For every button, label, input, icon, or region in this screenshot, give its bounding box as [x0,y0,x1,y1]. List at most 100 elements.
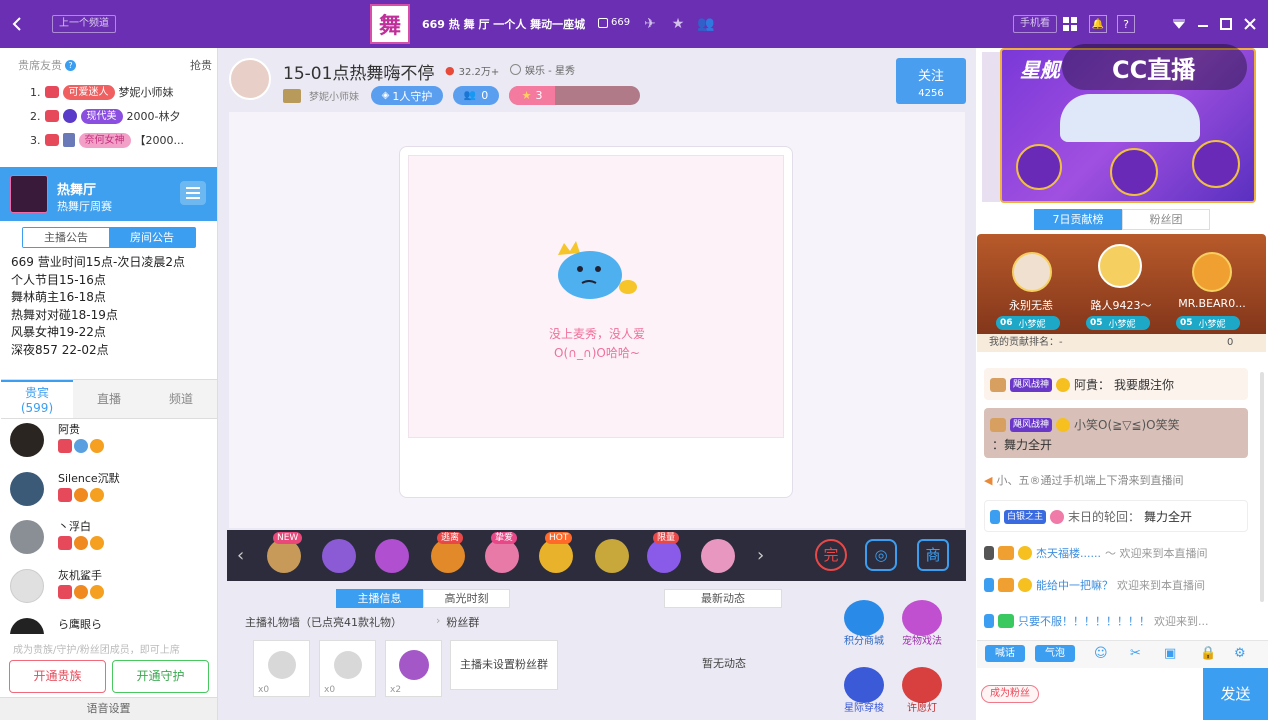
viewer-item[interactable]: 丶浮白 [10,518,210,562]
complete-icon[interactable]: 完 [815,539,847,571]
gift-item[interactable] [375,539,409,573]
tab-latest[interactable]: 最新动态 [664,589,782,608]
grab-seat-link[interactable]: 抢贵 [190,57,212,73]
open-noble-button[interactable]: 开通贵族 [9,660,106,693]
viewer-item[interactable]: Silence沉默 [10,470,210,514]
help-icon[interactable]: ? [65,59,76,71]
category[interactable]: 娱乐 - 星秀 [510,62,575,77]
tab-weekly-rank[interactable]: 7日贡献榜 [1034,209,1122,230]
gift-icon [333,651,362,679]
viewer-item[interactable]: ら鹰眼ら [10,616,210,634]
contributor-name: MR.BEAR0... [1178,297,1246,310]
hall-card[interactable]: 热舞厅 热舞厅周赛 [0,167,217,221]
bubble-button[interactable]: 气泡 [1035,645,1075,662]
star-icon[interactable]: ★ [669,15,687,33]
badge-icon [1056,417,1071,432]
become-fan-button[interactable]: 成为粉丝 [981,685,1039,703]
chat-message[interactable]: 白银之主 末日的轮回： 舞力全开 [984,508,1192,525]
tab-live[interactable]: 直播 [73,380,145,418]
shortcut-pet-trick[interactable]: 宠物戏法 [898,600,946,647]
open-guard-button[interactable]: 开通守护 [112,660,209,693]
shortcut-label: 许愿灯 [907,703,937,714]
anchor-avatar[interactable] [229,58,271,100]
follow-button[interactable]: 关注 4256 [896,58,966,104]
chat-message[interactable]: 飓风战神 阿貴： 我要覷注你 [984,376,1174,393]
avatar[interactable] [1098,244,1142,288]
viewer-item[interactable]: 灰机鲨手 [10,567,210,611]
side-tabs[interactable] [982,52,1000,202]
gift-count: x0 [258,685,270,695]
image-icon[interactable]: ▣ [1164,646,1176,661]
gift-wall-item[interactable]: x2 [385,640,442,697]
level-fill: ★ 3 [509,86,555,105]
mobile-view-button[interactable]: 手机看 [1013,15,1057,33]
rank-name: 2000-林夕 [126,110,181,123]
gift-item[interactable]: 挚爱 [485,532,519,573]
gift-next-icon[interactable]: › [757,545,764,566]
chat-message[interactable]: 能给中一把嘛？ 欢迎来到本直播间 [984,577,1205,593]
send-button[interactable]: 发送 [1203,668,1268,720]
shop-icon[interactable]: 商 [917,539,949,571]
gift-item[interactable]: NEW [267,532,303,573]
channel-logo-text: 舞 [378,14,401,39]
dropdown-icon[interactable] [1170,15,1188,33]
fans-badge[interactable]: 👥 0 [453,86,499,105]
level-star-icon: ★ [521,89,532,102]
gift-item[interactable] [595,539,629,573]
close-icon[interactable] [1241,15,1259,33]
lock-icon[interactable]: 🔒 [1200,646,1216,661]
help-icon[interactable]: ? [1117,15,1135,33]
grid-icon[interactable] [1061,15,1079,33]
gift-item[interactable]: HOT [539,532,573,573]
viewer-name: 灰机鲨手 [58,569,102,582]
back-icon[interactable] [8,15,26,33]
chat-scrollbar[interactable] [1260,372,1264,602]
tab-fan-club[interactable]: 粉丝团 [1122,209,1210,230]
tab-room-notice[interactable]: 房间公告 [109,228,195,247]
package-icon[interactable]: ◎ [865,539,897,571]
gift-prev-icon[interactable]: ‹ [237,545,244,566]
tab-anchor-info[interactable]: 主播信息 [336,589,423,608]
menu-icon[interactable] [180,181,206,205]
notification-icon[interactable]: 🔔 [1089,15,1107,33]
gift-item[interactable] [322,539,356,573]
emoji-icon[interactable]: ☺ [1094,646,1108,661]
rank-row[interactable]: 1. 可爱迷人 梦妮小师妹 [30,84,174,100]
chat-message[interactable]: 飓风战神 小笑O(≧▽≦)O笑笑 [984,416,1180,433]
gift-wall-item[interactable]: x0 [253,640,310,697]
tab-anchor-notice[interactable]: 主播公告 [23,228,109,247]
shortcut-wish-lamp[interactable]: 许愿灯 [898,667,946,714]
minimize-icon[interactable] [1194,15,1212,33]
gift-item[interactable] [701,539,735,573]
chat-message[interactable]: 杰天福楼...... ～ 欢迎来到本直播间 [984,545,1207,561]
shout-button[interactable]: 喊话 [985,645,1025,662]
chat-input[interactable]: 成为粉丝 [977,668,1203,720]
users-icon[interactable]: 👥 [697,15,715,33]
shortcut-star-travel[interactable]: 星际穿梭 [840,667,888,714]
avatar[interactable] [1012,252,1052,292]
scissors-icon[interactable]: ✂ [1130,646,1141,661]
tab-vip[interactable]: 贵宾 (599) [1,380,73,418]
settings-icon[interactable]: ⚙ [1234,646,1246,661]
guard-badge[interactable]: ◈ 1人守护 [371,86,443,105]
anchor-name[interactable]: 梦妮小师妹 [309,88,359,103]
tab-channel[interactable]: 频道 [145,380,217,418]
maximize-icon[interactable] [1217,15,1235,33]
rank-row[interactable]: 3. 奈何女神 【2000... [30,132,184,148]
gift-item[interactable]: 逃离 [431,532,465,573]
gift-wall-item[interactable]: x0 [319,640,376,697]
tab-highlights[interactable]: 高光时刻 [423,589,510,608]
plane-icon[interactable]: ✈ [641,15,659,33]
avatar[interactable] [1192,252,1232,292]
shortcut-points-mall[interactable]: 积分商城 [840,600,888,647]
chat-message[interactable]: 只要不服！！！！！！！！ 欢迎来到... [984,613,1209,629]
noble-icon [62,109,77,123]
level-icon [998,546,1014,560]
voice-settings-button[interactable]: 语音设置 [0,697,217,720]
gift-item[interactable]: 限量 [647,532,681,573]
viewer-item[interactable]: 阿贵 [10,421,210,465]
notice-tabs: 主播公告 房间公告 [22,227,196,248]
rank-row[interactable]: 2. 现代美 2000-林夕 [30,108,180,124]
gift-icon [398,650,429,680]
prev-channel-button[interactable]: 上一个频道 [52,15,116,33]
